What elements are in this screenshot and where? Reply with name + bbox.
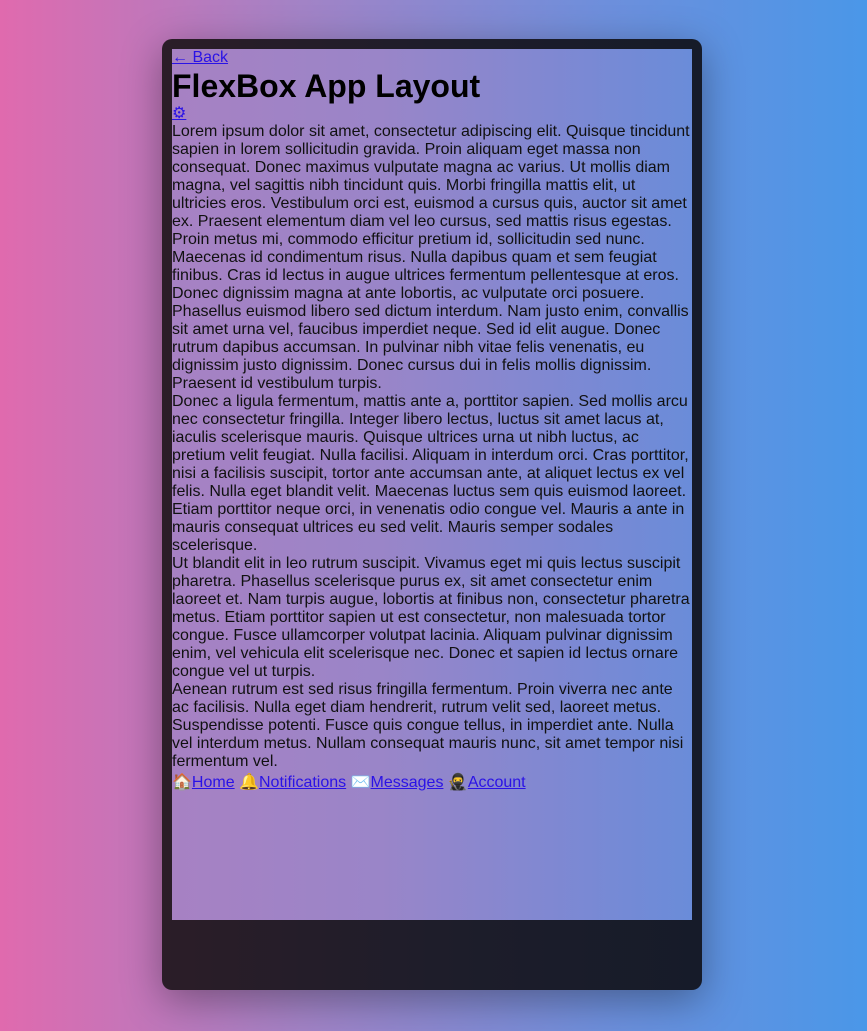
- nav-home-link[interactable]: 🏠Home: [172, 774, 235, 791]
- content-paragraph: Donec a ligula fermentum, mattis ante a,…: [172, 393, 689, 554]
- back-link[interactable]: ← Back: [172, 49, 692, 67]
- nav-notifications-label: Notifications: [258, 774, 347, 791]
- nav-account-link[interactable]: 🥷Account: [448, 774, 526, 791]
- page-title: FlexBox App Layout: [172, 68, 481, 104]
- content-paragraph: Aenean rutrum est sed risus fringilla fe…: [172, 681, 684, 770]
- account-icon: 🥷: [447, 774, 468, 791]
- settings-gear-icon[interactable]: ⚙: [172, 105, 692, 123]
- nav-home-label: Home: [191, 774, 235, 791]
- bell-icon: 🔔: [239, 774, 259, 791]
- nav-messages-label: Messages: [370, 774, 444, 791]
- app-screen: ← Back FlexBox App Layout ⚙ Lorem ipsum …: [172, 49, 692, 920]
- home-icon: 🏠: [172, 774, 192, 791]
- content-paragraph: Ut blandit elit in leo rutrum suscipit. …: [172, 555, 690, 680]
- content-area: Lorem ipsum dolor sit amet, consectetur …: [172, 123, 692, 771]
- nav-messages-link[interactable]: ✉️Messages: [351, 774, 444, 791]
- content-paragraph: Lorem ipsum dolor sit amet, consectetur …: [172, 123, 690, 392]
- device-frame: ← Back FlexBox App Layout ⚙ Lorem ipsum …: [162, 39, 702, 990]
- bottom-nav: 🏠Home 🔔Notifications ✉️Messages 🥷Account: [172, 771, 692, 795]
- nav-account-label: Account: [467, 774, 526, 791]
- nav-notifications-link[interactable]: 🔔Notifications: [239, 774, 346, 791]
- envelope-icon: ✉️: [350, 774, 371, 791]
